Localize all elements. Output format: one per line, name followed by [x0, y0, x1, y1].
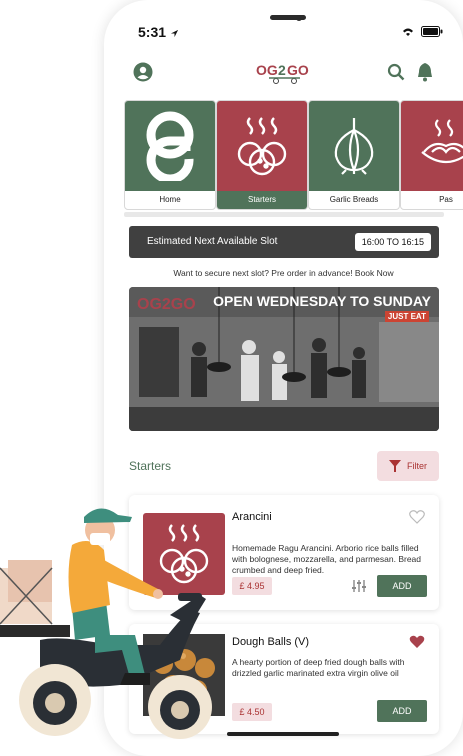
- banner-logo: OG2GO: [137, 296, 196, 313]
- category-label: Garlic Breads: [329, 195, 379, 204]
- bell-icon[interactable]: [414, 61, 436, 83]
- category-home[interactable]: Home: [124, 100, 216, 210]
- favorite-heart-filled-icon[interactable]: [409, 634, 425, 650]
- favorite-heart-outline-icon[interactable]: [409, 509, 425, 525]
- slot-label: Estimated Next Available Slot: [147, 236, 278, 247]
- banner-subtitle: JUST EAT: [384, 311, 429, 322]
- notch-camera: [296, 15, 302, 21]
- add-button[interactable]: ADD: [377, 700, 427, 722]
- item-name: Dough Balls (V): [232, 636, 310, 648]
- next-slot-bar: Estimated Next Available Slot 16:00 TO 1…: [129, 226, 439, 258]
- svg-text:2: 2: [278, 62, 286, 78]
- battery-icon: [421, 26, 443, 37]
- app-header: OG 2 GO: [104, 55, 463, 89]
- home-indicator: [227, 732, 339, 736]
- status-time: 5:31: [138, 24, 179, 40]
- filter-button[interactable]: Filter: [377, 451, 439, 481]
- customize-sliders-icon[interactable]: [351, 578, 367, 594]
- filter-label: Filter: [407, 461, 427, 471]
- garlic-icon: [309, 101, 399, 191]
- account-icon[interactable]: [132, 61, 154, 83]
- location-arrow-icon: [170, 29, 179, 37]
- category-pasta[interactable]: Pas: [400, 100, 463, 210]
- category-label: Home: [159, 195, 181, 204]
- banner-title: OPEN WEDNESDAY TO SUNDAY: [213, 293, 431, 309]
- delivery-scooter-illustration: [0, 508, 212, 739]
- pasta-icon: [401, 101, 463, 191]
- item-name: Arancini: [232, 511, 272, 523]
- svg-text:GO: GO: [287, 62, 309, 78]
- category-label: Starters: [217, 191, 307, 209]
- wifi-icon: [403, 28, 413, 36]
- item-description: Homemade Ragu Arancini. Arborio rice bal…: [232, 543, 421, 575]
- promo-banner[interactable]: OG2GO OPEN WEDNESDAY TO SUNDAY JUST EAT: [129, 287, 439, 431]
- filter-icon: [389, 460, 401, 472]
- category-starters[interactable]: Starters: [216, 100, 308, 210]
- item-description: A hearty portion of deep fried dough bal…: [232, 657, 405, 678]
- search-icon[interactable]: [385, 61, 407, 83]
- steaming-balls-icon: [217, 101, 307, 191]
- item-price: £ 4.95: [232, 577, 272, 595]
- svg-text:OG: OG: [256, 62, 278, 78]
- carousel-scrollbar[interactable]: [124, 212, 444, 217]
- category-label: Pas: [439, 195, 453, 204]
- status-icons: [401, 26, 443, 37]
- section-title: Starters: [129, 459, 172, 473]
- category-garlic-breads[interactable]: Garlic Breads: [308, 100, 400, 210]
- add-button[interactable]: ADD: [377, 575, 427, 597]
- category-carousel[interactable]: Home Starters Garlic Breads Pas: [124, 100, 463, 210]
- og-logo-icon: [125, 101, 215, 191]
- preorder-link[interactable]: Want to secure next slot? Pre order in a…: [104, 268, 463, 278]
- app-logo[interactable]: OG 2 GO: [254, 59, 314, 85]
- item-price: £ 4.50: [232, 703, 272, 721]
- slot-time: 16:00 TO 16:15: [354, 233, 431, 251]
